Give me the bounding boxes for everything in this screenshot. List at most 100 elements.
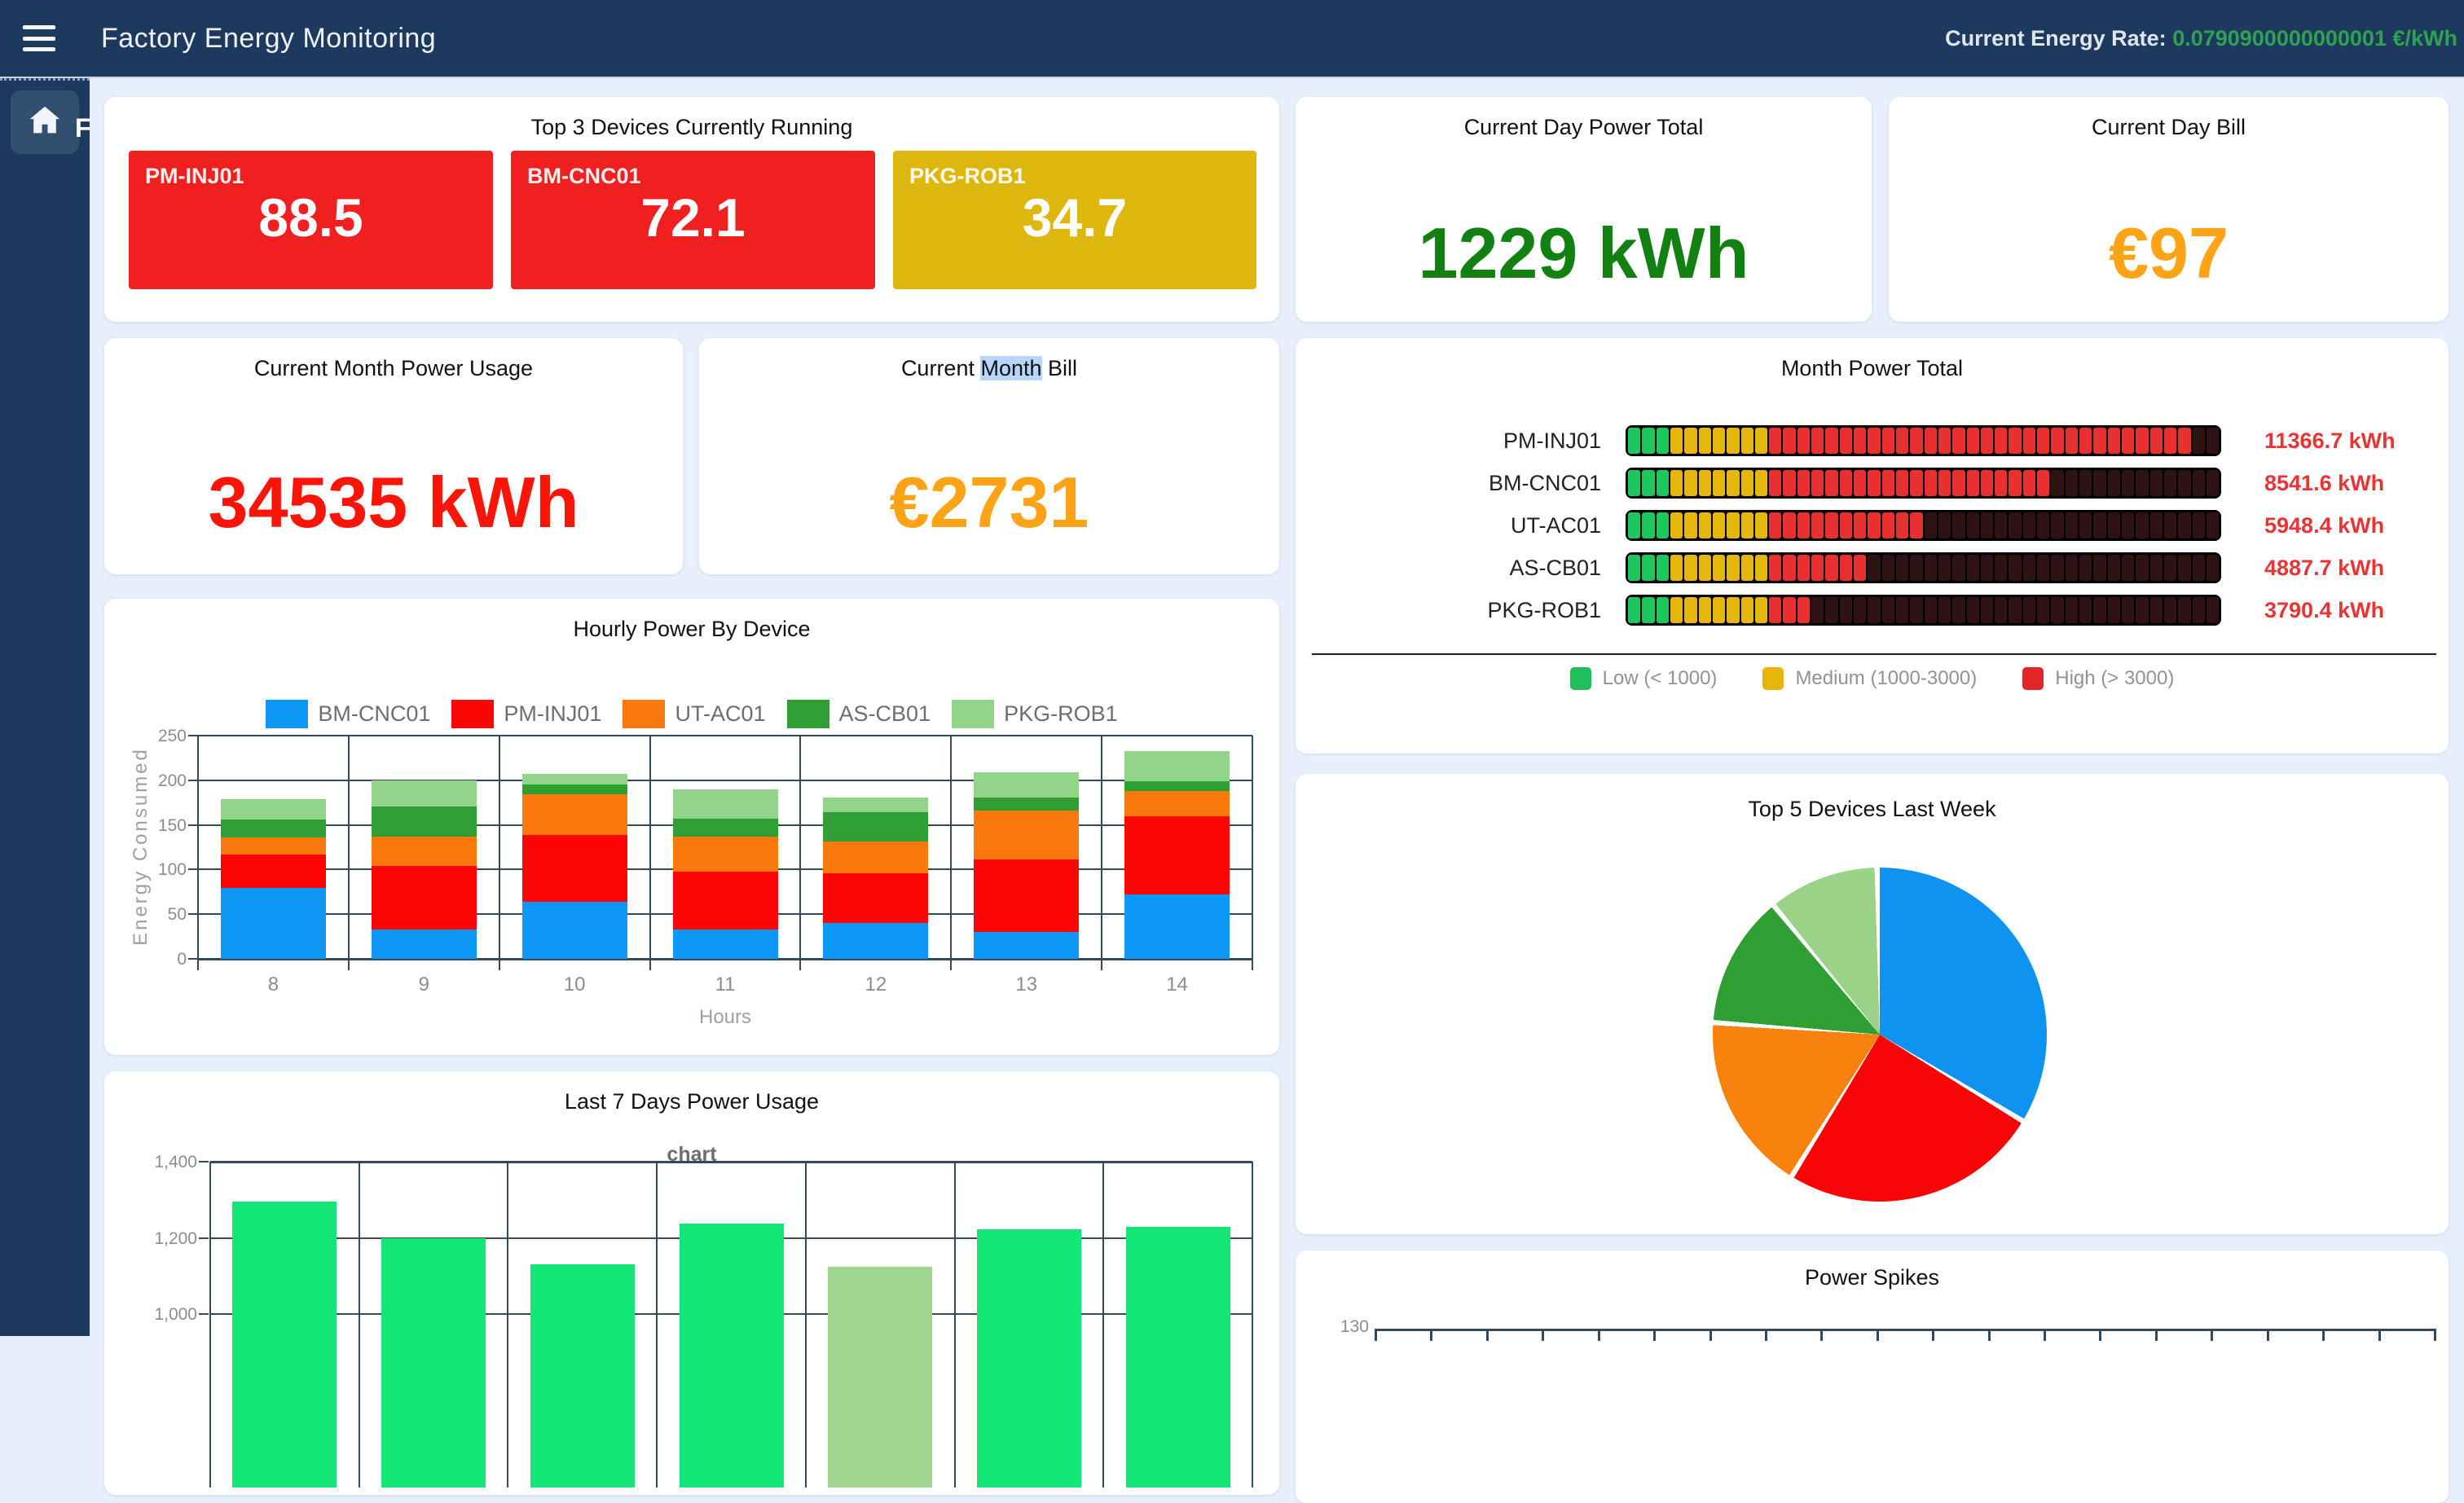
- hourly-stacked-bar-chart[interactable]: 050100150200250891011121314: [198, 736, 1252, 959]
- legend-item[interactable]: Low (< 1000): [1570, 667, 1718, 690]
- stacked-bar-segment[interactable]: [372, 780, 477, 806]
- gauge-segment: [1670, 470, 1683, 496]
- stacked-bar-segment[interactable]: [1124, 791, 1230, 816]
- gauge-segment: [2178, 470, 2190, 496]
- x-tick-label: 13: [951, 973, 1102, 996]
- bar[interactable]: [381, 1238, 486, 1488]
- bar[interactable]: [680, 1224, 784, 1488]
- gauge-segment: [1967, 597, 1979, 623]
- gauge-segment: [1755, 597, 1767, 623]
- gauge-segment: [1670, 597, 1683, 623]
- gauge-segment: [2079, 470, 2092, 496]
- segmented-gauge[interactable]: [1626, 425, 2221, 456]
- stacked-bar-segment[interactable]: [372, 837, 477, 866]
- gauge-segment: [1628, 428, 1640, 454]
- legend-item[interactable]: AS-CB01: [787, 700, 931, 728]
- stacked-bar-segment[interactable]: [1124, 816, 1230, 894]
- stacked-bar-segment[interactable]: [522, 784, 627, 794]
- gauge-segment: [2164, 555, 2176, 581]
- stacked-bar-segment[interactable]: [673, 819, 778, 837]
- bar[interactable]: [828, 1267, 932, 1488]
- stacked-bar-segment[interactable]: [823, 842, 928, 872]
- stacked-bar-segment[interactable]: [673, 789, 778, 819]
- stacked-bar-segment[interactable]: [372, 866, 477, 929]
- gauge-segment: [2122, 470, 2134, 496]
- stacked-bar-segment[interactable]: [221, 837, 326, 855]
- top5-pie-chart[interactable]: [1713, 868, 2047, 1202]
- card-day-bill: Current Day Bill €97: [1889, 97, 2449, 322]
- gauge-segment: [1741, 428, 1753, 454]
- segmented-gauge[interactable]: [1626, 468, 2221, 499]
- gauge-segment: [2079, 512, 2092, 538]
- legend-item[interactable]: Medium (1000-3000): [1762, 667, 1977, 690]
- stacked-bar-segment[interactable]: [974, 772, 1079, 798]
- stacked-bar-segment[interactable]: [1124, 751, 1230, 781]
- legend-item[interactable]: PKG-ROB1: [952, 700, 1118, 728]
- bar[interactable]: [530, 1264, 635, 1488]
- gauge-segment: [2207, 597, 2219, 623]
- last7-bar-chart[interactable]: 1,4001,2001,000: [210, 1162, 1252, 1488]
- legend-item[interactable]: High (> 3000): [2022, 667, 2174, 690]
- stacked-bar-segment[interactable]: [974, 932, 1079, 959]
- stacked-bar-segment[interactable]: [823, 923, 928, 959]
- segmented-gauge[interactable]: [1626, 510, 2221, 541]
- title-text: Bill: [1042, 356, 1078, 380]
- legend-item[interactable]: PM-INJ01: [451, 700, 601, 728]
- stacked-bar-segment[interactable]: [221, 820, 326, 837]
- stacked-bar-segment[interactable]: [1124, 894, 1230, 959]
- gauge-segment: [1684, 597, 1696, 623]
- gauge-segment: [2207, 470, 2219, 496]
- card-power-spikes: Power Spikes 130: [1296, 1250, 2449, 1503]
- legend-swatch: [623, 700, 665, 728]
- stacked-bar-segment[interactable]: [974, 798, 1079, 811]
- sidebar-item-label-clipped: F: [75, 113, 91, 143]
- stacked-bar-segment[interactable]: [522, 794, 627, 834]
- stacked-bar-segment[interactable]: [372, 806, 477, 837]
- segmented-gauge[interactable]: [1626, 595, 2221, 626]
- stacked-bar-segment[interactable]: [522, 774, 627, 784]
- gauge-segment: [1699, 428, 1711, 454]
- stacked-bar-segment[interactable]: [522, 835, 627, 902]
- stacked-bar-segment[interactable]: [221, 888, 326, 959]
- gauge-segment: [2207, 428, 2219, 454]
- stacked-bar-segment[interactable]: [974, 859, 1079, 932]
- bar[interactable]: [977, 1229, 1081, 1488]
- bar[interactable]: [232, 1202, 337, 1488]
- stacked-bar-segment[interactable]: [823, 873, 928, 923]
- stacked-bar-segment[interactable]: [221, 799, 326, 820]
- bar[interactable]: [1126, 1227, 1230, 1488]
- device-name: PKG-ROB1: [909, 164, 1026, 189]
- gridline: [197, 736, 199, 970]
- stacked-bar-segment[interactable]: [673, 872, 778, 929]
- x-tick: [2434, 1331, 2436, 1341]
- gauge-segment: [2093, 470, 2105, 496]
- gauge-segment: [2037, 470, 2049, 496]
- stacked-bar-segment[interactable]: [823, 812, 928, 842]
- stacked-bar-segment[interactable]: [372, 929, 477, 959]
- home-icon: [26, 102, 64, 143]
- gridline: [198, 780, 1252, 781]
- stacked-bar-segment[interactable]: [522, 902, 627, 959]
- home-button[interactable]: [11, 90, 79, 154]
- gauge-segment: [1783, 512, 1795, 538]
- gauge-segment: [1938, 470, 1951, 496]
- legend-item[interactable]: BM-CNC01: [266, 700, 430, 728]
- stacked-bar-segment[interactable]: [823, 798, 928, 813]
- stacked-bar-segment[interactable]: [673, 929, 778, 959]
- gauge-segment: [1981, 428, 1993, 454]
- x-tick: [1486, 1331, 1489, 1341]
- gauge-segment: [2093, 555, 2105, 581]
- stacked-bar-segment[interactable]: [673, 837, 778, 872]
- hamburger-menu-icon[interactable]: [23, 25, 55, 51]
- gauge-segment: [1783, 428, 1795, 454]
- stacked-bar-segment[interactable]: [974, 811, 1079, 859]
- stacked-bar-segment[interactable]: [221, 855, 326, 889]
- stacked-bar-segment[interactable]: [1124, 781, 1230, 791]
- segmented-gauge[interactable]: [1626, 552, 2221, 583]
- gauge-segment: [1657, 512, 1669, 538]
- gauge-segment: [1868, 512, 1880, 538]
- gauge-segment: [1825, 512, 1837, 538]
- legend-item[interactable]: UT-AC01: [623, 700, 765, 728]
- gauge-segment: [2051, 597, 2063, 623]
- gauge-segment: [1769, 555, 1781, 581]
